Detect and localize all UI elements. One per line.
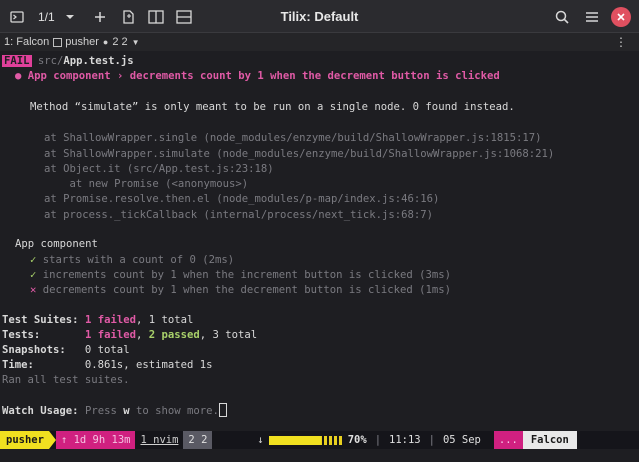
square-icon [53, 37, 63, 47]
test-result: ✓ starts with a count of 0 (2ms) [30, 253, 234, 268]
watch-usage-line: Watch Usage: Press w to show more. [2, 403, 227, 418]
fail-path-prefix: src/ [37, 55, 64, 67]
battery-fill [268, 435, 321, 445]
window-titlebar: 1/1 Tilix: Default [0, 0, 639, 33]
watch-suffix: to show more. [129, 405, 219, 417]
watch-prefix: Press [84, 405, 124, 417]
download-icon: ↓ [257, 434, 264, 446]
error-message: Method “simulate” is only meant to be ru… [30, 101, 515, 113]
chevron-down-icon[interactable]: ▼ [132, 38, 140, 47]
text-cursor[interactable] [218, 403, 227, 417]
battery-bar [268, 435, 343, 445]
gear-icon: ● [102, 37, 109, 47]
suites-total: , 1 total [135, 314, 194, 326]
failure-title: ● App component › decrements count by 1 … [15, 70, 500, 82]
tmux-status-bar: pusher ↑ 1d 9h 13m 1 nvim 2 2 ↓ 70% | 11… [0, 431, 639, 449]
search-icon[interactable] [551, 6, 573, 28]
titlebar-left-group: 1/1 [6, 7, 195, 27]
stack-line: at ShallowWrapper.single (node_modules/e… [44, 132, 542, 144]
more-vertical-icon[interactable]: ⋮ [615, 35, 627, 49]
separator-arrow-icon [48, 431, 56, 449]
cross-icon: ✕ [30, 284, 37, 296]
summary-label: Time: [2, 359, 34, 371]
stack-line: at process._tickCallback (internal/proce… [44, 209, 434, 221]
check-icon: ✓ [30, 254, 37, 266]
battery-gauge [268, 431, 343, 449]
chevron-down-icon[interactable] [59, 7, 81, 27]
divider: | [374, 434, 382, 446]
fail-path-file: App.test.js [63, 55, 134, 67]
suites-failed: 1 failed [84, 314, 136, 326]
summary-time: Time: 0.861s, estimated 1s [2, 358, 212, 373]
summary-suites: Test Suites: 1 failed, 1 total [2, 313, 193, 328]
test-name: increments count by 1 when the increment… [42, 269, 451, 281]
status-time: 11:13 [389, 434, 421, 446]
summary-label: Test Suites: [2, 314, 79, 326]
session-count: 1/1 [38, 10, 55, 24]
plus-icon[interactable] [89, 7, 111, 27]
summary-label: Snapshots: [2, 344, 66, 356]
terminal-user: pusher [65, 36, 99, 48]
menu-icon[interactable] [581, 6, 603, 28]
status-date: 05 Sep [442, 434, 481, 446]
terminal-icon[interactable] [6, 7, 28, 27]
test-name: decrements count by 1 when the decrement… [42, 284, 451, 296]
terminal-output[interactable]: FAIL src/App.test.js ● App component › d… [0, 51, 639, 431]
suite-name: App component [15, 238, 98, 250]
terminal-titlebar[interactable]: 1: Falcon pusher ● 2 2 ▼ ⋮ [0, 33, 639, 51]
status-session: pusher [0, 431, 49, 449]
test-result: ✓ increments count by 1 when the increme… [30, 268, 451, 283]
test-result: ✕ decrements count by 1 when the decreme… [30, 283, 451, 298]
summary-label: Tests: [2, 329, 41, 341]
snapshots-value: 0 total [84, 344, 130, 356]
divider: | [428, 434, 435, 446]
window-bottom-edge [0, 449, 639, 462]
tests-total: , 3 total [199, 329, 258, 341]
split-right-icon[interactable] [145, 7, 167, 27]
tests-failed: 1 failed [84, 329, 136, 341]
status-window-active[interactable]: 2 2 [183, 431, 213, 449]
titlebar-right-group [551, 6, 631, 28]
status-dots: ... [493, 431, 523, 449]
summary-snapshots: Snapshots: 0 total [2, 343, 130, 358]
watch-label: Watch Usage: [2, 405, 79, 417]
stack-line: at new Promise (<anonymous>) [44, 178, 249, 190]
status-window-nvim[interactable]: 1 nvim [135, 431, 183, 449]
terminal-name: 1: Falcon [4, 36, 50, 48]
close-icon[interactable] [611, 7, 631, 27]
fail-badge: FAIL [2, 55, 32, 67]
time-value: 0.861s, estimated 1s [84, 359, 213, 371]
status-uptime: ↑ 1d 9h 13m [55, 431, 136, 449]
fail-line: FAIL src/App.test.js [2, 54, 134, 69]
detach-icon[interactable] [117, 7, 139, 27]
terminal-badge: 2 2 [112, 36, 128, 48]
ran-all-text: Ran all test suites. [2, 374, 130, 386]
stack-line: at ShallowWrapper.simulate (node_modules… [44, 148, 555, 160]
stack-line: at Object.it (src/App.test.js:23:18) [44, 163, 274, 175]
split-down-icon[interactable] [173, 7, 195, 27]
tests-passed: 2 passed [148, 329, 200, 341]
summary-tests: Tests: 1 failed, 2 passed, 3 total [2, 329, 258, 341]
stack-line: at Promise.resolve.then.el (node_modules… [44, 193, 440, 205]
status-host: Falcon [522, 431, 577, 449]
check-icon: ✓ [30, 269, 37, 281]
test-name: starts with a count of 0 (2ms) [42, 254, 235, 266]
battery-percent: 70% [347, 434, 367, 446]
